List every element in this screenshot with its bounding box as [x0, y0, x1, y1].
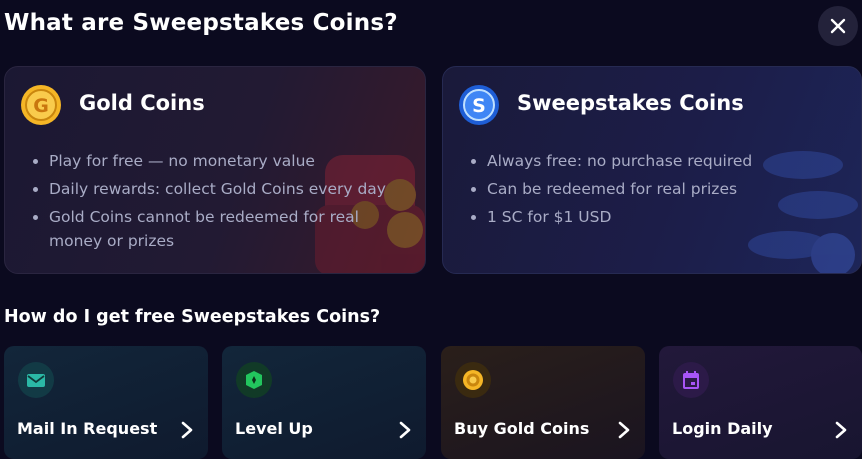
action-label: Level Up — [235, 419, 313, 438]
login-daily-button[interactable]: Login Daily — [659, 346, 862, 459]
gold-coins-bullets: Play for free — no monetary value Daily … — [29, 149, 409, 257]
mail-icon — [27, 374, 45, 387]
level-icon-wrap — [236, 362, 272, 398]
gold-coin-icon — [463, 370, 483, 390]
chevron-right-icon — [181, 421, 193, 439]
mail-icon-wrap — [18, 362, 54, 398]
level-up-button[interactable]: Level Up — [222, 346, 426, 459]
gold-coin-icon: G — [21, 85, 61, 125]
sweepstakes-coins-title: Sweepstakes Coins — [517, 91, 744, 115]
chevron-right-icon — [835, 421, 847, 439]
list-item: 1 SC for $1 USD — [467, 205, 847, 229]
gold-coins-card: G Gold Coins Play for free — no monetary… — [4, 66, 426, 274]
close-button[interactable] — [818, 6, 858, 46]
action-label: Login Daily — [672, 419, 773, 438]
buy-gold-coins-button[interactable]: Buy Gold Coins — [441, 346, 645, 459]
gold-coins-title: Gold Coins — [79, 91, 205, 115]
action-label: Mail In Request — [17, 419, 158, 438]
gold-icon-wrap — [455, 362, 491, 398]
how-to-title: How do I get free Sweepstakes Coins? — [4, 307, 381, 327]
list-item: Gold Coins cannot be redeemed for real m… — [29, 205, 409, 253]
svg-text:S: S — [472, 95, 486, 117]
sweepstakes-coins-card: S Sweepstakes Coins Always free: no purc… — [442, 66, 862, 274]
sweepstakes-coin-icon: S — [459, 85, 499, 125]
list-item: Can be redeemed for real prizes — [467, 177, 847, 201]
svg-text:G: G — [33, 95, 49, 117]
sweepstakes-info-modal: What are Sweepstakes Coins? G Gold Coins… — [0, 0, 862, 459]
chevron-right-icon — [618, 421, 630, 439]
calendar-icon-wrap — [673, 362, 709, 398]
action-label: Buy Gold Coins — [454, 419, 590, 438]
chevron-right-icon — [399, 421, 411, 439]
list-item: Always free: no purchase required — [467, 149, 847, 173]
modal-title: What are Sweepstakes Coins? — [4, 10, 398, 36]
level-badge-icon — [246, 371, 262, 389]
close-icon — [830, 18, 846, 34]
list-item: Daily rewards: collect Gold Coins every … — [29, 177, 409, 201]
list-item: Play for free — no monetary value — [29, 149, 409, 173]
calendar-icon — [683, 371, 699, 389]
sweepstakes-coins-bullets: Always free: no purchase required Can be… — [467, 149, 847, 233]
mail-in-request-button[interactable]: Mail In Request — [4, 346, 208, 459]
